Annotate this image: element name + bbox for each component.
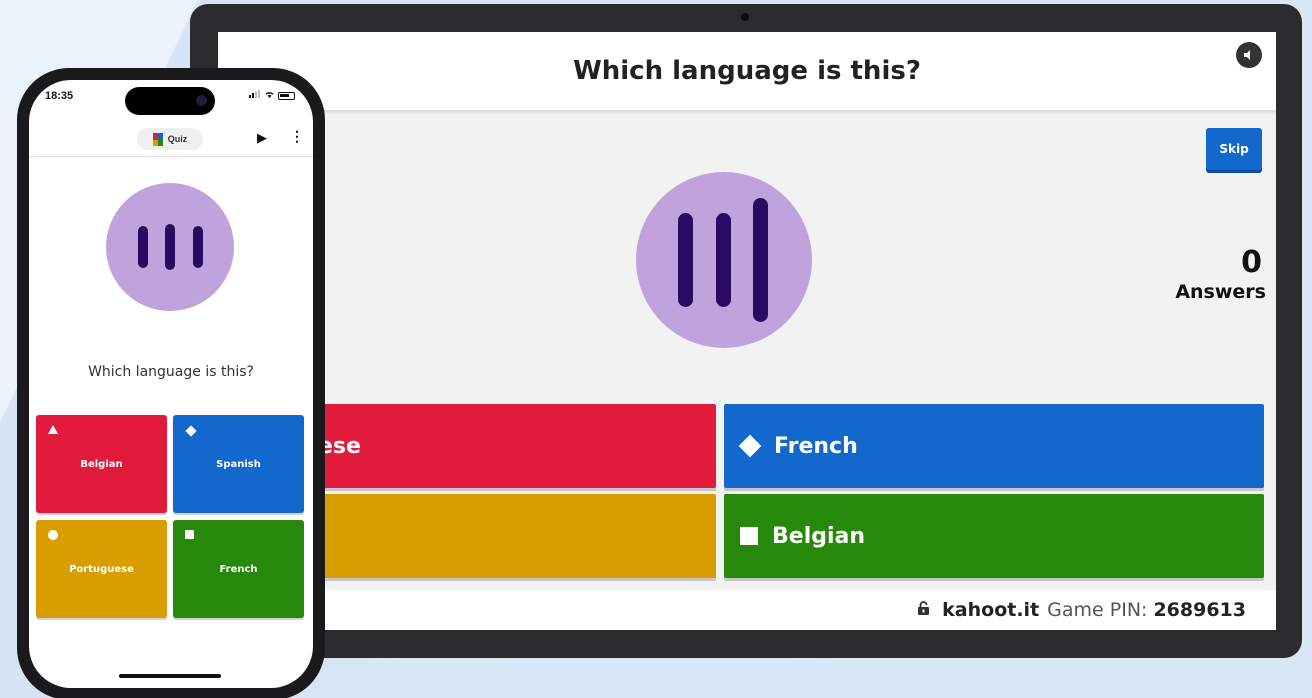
laptop-camera xyxy=(741,13,749,21)
site-name: kahoot.it xyxy=(942,599,1040,621)
audio-icon xyxy=(106,183,234,311)
square-icon xyxy=(740,527,758,545)
answer-blue[interactable]: French xyxy=(724,404,1264,488)
circle-icon xyxy=(48,530,58,540)
answer-red[interactable]: Belgian xyxy=(36,415,167,513)
question-title: Which language is this? xyxy=(573,56,921,86)
answer-green[interactable]: Belgian xyxy=(724,494,1264,578)
square-icon xyxy=(185,530,194,539)
laptop-screen: Which language is this? Skip 0 Answers e… xyxy=(218,32,1276,630)
app-chip-label: Quiz xyxy=(167,134,188,144)
audio-bar xyxy=(138,226,148,268)
answer-blue[interactable]: Spanish xyxy=(173,415,304,513)
dynamic-island xyxy=(125,87,215,115)
home-indicator[interactable] xyxy=(119,674,221,678)
diamond-icon xyxy=(185,425,197,437)
status-time: 18:35 xyxy=(45,90,74,102)
laptop-frame: Which language is this? Skip 0 Answers e… xyxy=(190,4,1302,658)
more-icon[interactable]: ⋮ xyxy=(290,128,304,145)
audio-bar xyxy=(716,213,731,307)
answers-count-value: 0 xyxy=(1241,245,1262,280)
play-icon[interactable]: ▶ xyxy=(257,130,267,146)
question-header: Which language is this? xyxy=(218,32,1276,110)
answers-counter: 0 Answers xyxy=(1162,245,1266,304)
skip-button[interactable]: Skip xyxy=(1206,128,1262,170)
diamond-icon xyxy=(738,434,762,458)
audio-bar xyxy=(678,213,693,307)
triangle-icon xyxy=(48,425,58,434)
question-text: Which language is this? xyxy=(88,364,254,380)
status-icons xyxy=(249,90,295,101)
game-pin-value: 2689613 xyxy=(1153,599,1246,621)
answer-label: Spanish xyxy=(216,458,261,470)
audio-bar xyxy=(753,198,768,322)
answer-label: French xyxy=(774,433,858,459)
answer-green[interactable]: French xyxy=(173,520,304,618)
wifi-icon xyxy=(264,90,275,101)
audio-bar xyxy=(193,226,203,268)
answers-count-label: Answers xyxy=(1175,281,1266,303)
answer-label: Belgian xyxy=(80,458,123,470)
app-chip[interactable]: Quiz xyxy=(137,128,203,150)
audio-bar xyxy=(165,224,175,270)
answer-yellow[interactable]: Portuguese xyxy=(36,520,167,618)
game-pin-footer: kahoot.it Game PIN: 2689613 xyxy=(218,590,1276,630)
answer-label: Belgian xyxy=(772,523,866,549)
divider xyxy=(29,156,313,157)
audio-icon xyxy=(636,172,812,348)
game-pin-label: Game PIN: xyxy=(1047,599,1148,621)
speaker-icon[interactable] xyxy=(1236,42,1262,68)
answer-label: Portuguese xyxy=(69,563,134,575)
battery-icon xyxy=(278,91,295,100)
signal-icon xyxy=(249,90,261,101)
kahoot-logo-icon xyxy=(152,132,163,146)
lock-icon xyxy=(917,600,930,620)
phone-frame: 18:35 Quiz ▶ ⋮ Which language is this? B… xyxy=(17,68,325,698)
answer-label: French xyxy=(219,563,258,575)
phone-screen: 18:35 Quiz ▶ ⋮ Which language is this? B… xyxy=(29,80,313,688)
